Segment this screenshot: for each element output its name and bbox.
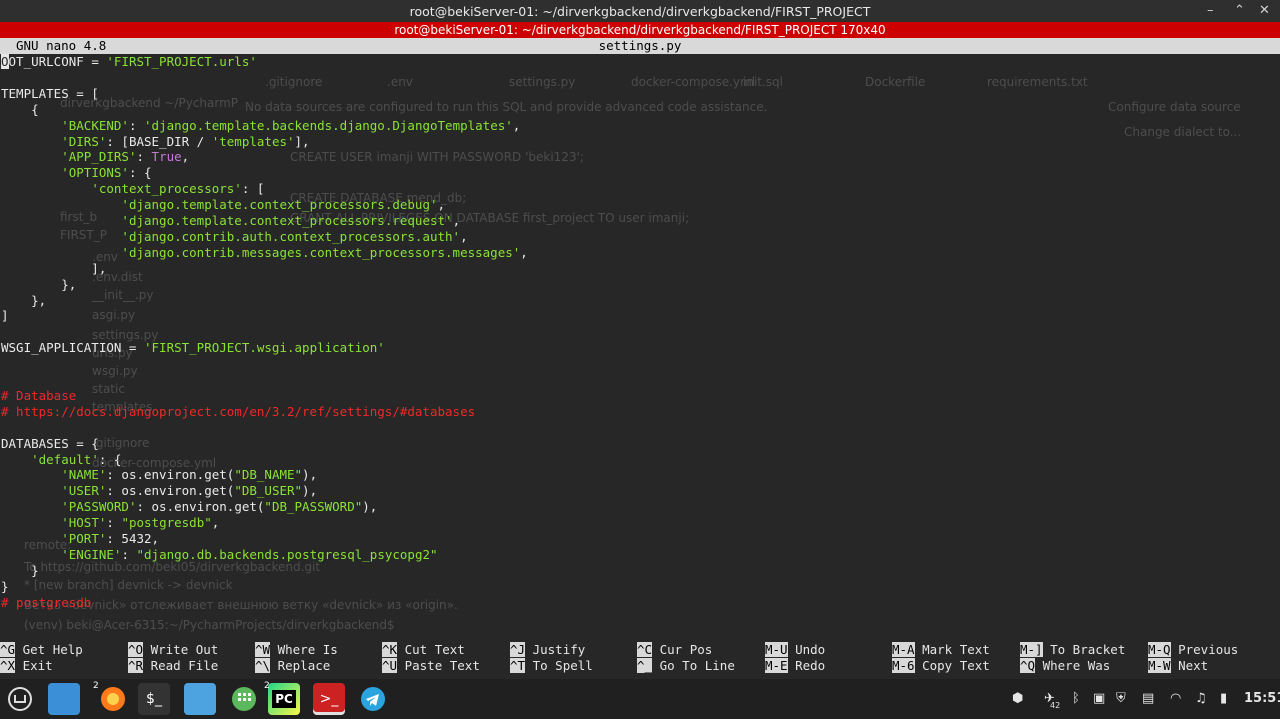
code-line: TEMPLATES = [ <box>1 85 99 101</box>
ghost-terminal-line: (venv) beki@Acer-6315:~/PycharmProjects/… <box>24 618 395 632</box>
tray-app-icon[interactable]: ⬢ <box>1012 691 1023 706</box>
shortcut-redo: M-E Redo <box>765 658 826 673</box>
folder-icon[interactable] <box>184 683 216 715</box>
code-line: 'django.contrib.auth.context_processors.… <box>121 228 468 244</box>
maximize-icon[interactable]: ⌃ <box>1234 3 1245 18</box>
shortcut-where-was: ^Q Where Was <box>1020 658 1111 673</box>
ghost-tab: .gitignore <box>265 75 323 89</box>
code-line: 'PORT': 5432, <box>61 531 160 546</box>
shield-icon[interactable]: ⛨ <box>1116 691 1126 706</box>
terminal-red-icon[interactable]: >_ <box>313 683 345 715</box>
battery-icon[interactable]: ▮ <box>1220 691 1227 706</box>
shortcut-paste-text: ^U Paste Text <box>382 658 480 673</box>
clipboard-icon[interactable]: ▣ <box>1093 691 1105 706</box>
terminal-title-bar: root@bekiServer-01: ~/dirverkgbackend/di… <box>0 22 1280 38</box>
code-line: { <box>1 101 39 117</box>
code-line: ] <box>1 308 9 324</box>
code-line: }, <box>1 276 77 292</box>
code-line: OOT_URLCONF = 'FIRST_PROJECT.urls' <box>1 54 257 69</box>
shortcut-replace: ^\ Replace <box>255 658 331 673</box>
ghost-notice-link: Configure data source <box>1108 100 1241 114</box>
tray-badge: 42 <box>1050 701 1061 710</box>
ghost-tab: settings.py <box>509 75 576 89</box>
code-line: 'OPTIONS': { <box>61 165 152 181</box>
code-line: 'context_processors': [ <box>91 181 265 197</box>
code-line: # Database <box>1 387 77 403</box>
shortcut-write-out: ^O Write Out <box>128 642 219 657</box>
shortcut-mark-text: M-A Mark Text <box>892 642 990 657</box>
shortcut-to-bracket: M-] To Bracket <box>1020 642 1126 657</box>
menu-icon[interactable] <box>4 683 36 715</box>
window-titlebar: root@bekiServer-01: ~/dirverkgbackend/di… <box>0 0 1280 22</box>
shortcut-copy-text: M-6 Copy Text <box>892 658 990 673</box>
code-line: 'NAME': os.environ.get("DB_NAME"), <box>61 467 318 483</box>
code-line: 'PASSWORD': os.environ.get("DB_PASSWORD"… <box>61 499 378 515</box>
code-line: ], <box>1 260 107 276</box>
window-title: root@bekiServer-01: ~/dirverkgbackend/di… <box>409 4 871 19</box>
code-line: }, <box>1 292 47 308</box>
shortcut-exit: ^X Exit <box>0 658 53 673</box>
ghost-terminal-line: * [new branch] devnick -> devnick <box>24 578 233 592</box>
code-line: DATABASES = { <box>1 435 99 451</box>
ghost-tree-item: wsgi.py <box>92 364 138 378</box>
apps-grid-icon[interactable] <box>228 683 260 715</box>
ghost-notice: No data sources are configured to run th… <box>245 100 768 114</box>
shortcut-read-file: ^R Read File <box>128 658 219 673</box>
code-line: 'django.template.context_processors.debu… <box>121 197 446 213</box>
shortcut-previous: M-Q Previous <box>1148 642 1239 657</box>
code-line: 'default': { <box>31 451 122 467</box>
ghost-tree-item: static <box>92 382 125 396</box>
ghost-tab: init.sql <box>743 75 783 89</box>
code-line: 'django.template.context_processors.requ… <box>121 213 461 228</box>
bluetooth-icon[interactable]: ᛒ <box>1072 691 1080 706</box>
code-line: WSGI_APPLICATION = 'FIRST_PROJECT.wsgi.a… <box>1 340 385 356</box>
nano-filename: settings.py <box>598 38 682 53</box>
code-line: 'ENGINE': "django.db.backends.postgresql… <box>61 546 438 562</box>
ghost-tab: requirements.txt <box>987 75 1088 89</box>
close-icon[interactable]: ✕ <box>1259 3 1270 18</box>
code-line: 'DIRS': [BASE_DIR / 'templates'], <box>61 133 310 149</box>
nano-header: GNU nano 4.8 settings.py <box>0 38 1280 54</box>
music-icon[interactable]: ♫ <box>1195 691 1207 706</box>
shortcut-cut-text: ^K Cut Text <box>382 642 465 657</box>
ghost-tree-item: .gitignore <box>92 436 150 450</box>
shortcut-go-to-line: ^_ Go To Line <box>637 658 735 673</box>
ghost-tab: Dockerfile <box>865 75 926 89</box>
shortcut-to-spell: ^T To Spell <box>510 658 593 673</box>
code-line: # postgresdb <box>1 594 92 610</box>
pycharm-icon[interactable]: PC 2 <box>264 681 300 715</box>
nano-shortcuts: ^G Get Help ^X Exit ^O Write Out ^R Read Fi… <box>0 642 1280 676</box>
ghost-tab: docker-compose.yml <box>631 75 756 89</box>
clock[interactable]: 15:51 <box>1244 691 1280 706</box>
text-cursor: O <box>1 54 9 69</box>
code-line: 'BACKEND': 'django.template.backends.dja… <box>61 117 521 133</box>
shortcut-justify: ^J Justify <box>510 642 586 657</box>
code-line: 'USER': os.environ.get("DB_USER"), <box>61 483 318 499</box>
ghost-tree-item: asgi.py <box>92 308 136 322</box>
code-line: 'APP_DIRS': True, <box>61 149 190 165</box>
code-line: } <box>1 562 39 578</box>
ghost-tab: .env <box>387 75 413 89</box>
keyboard-flag-icon[interactable]: ▤ <box>1142 691 1154 706</box>
files-icon[interactable] <box>48 683 80 715</box>
shortcut-cur-pos: ^C Cur Pos <box>637 642 713 657</box>
ghost-tree-item: __init__.py <box>92 288 154 302</box>
ghost-notice-link: Change dialect to... <box>1124 125 1242 139</box>
ghost-sql-line: CREATE USER imanji WITH PASSWORD 'beki12… <box>290 150 584 164</box>
code-line: 'HOST': "postgresdb", <box>61 515 220 531</box>
minimize-icon[interactable]: – <box>1207 3 1214 18</box>
firefox-icon[interactable]: 2 <box>93 681 129 715</box>
wifi-icon[interactable]: ◠ <box>1170 691 1181 706</box>
taskbar: 2$_PC2>_⬢✈ᛒ▣⛨▤◠♫▮4215:51 <box>0 679 1280 719</box>
code-line: } <box>1 578 9 594</box>
code-line: # https://docs.djangoproject.com/en/3.2/… <box>1 403 476 419</box>
terminal[interactable]: .gitignore .env settings.py docker-compose.… <box>0 38 1280 679</box>
code-line: 'django.contrib.messages.context_process… <box>121 244 528 260</box>
shortcut-undo: M-U Undo <box>765 642 826 657</box>
shortcut-where-is: ^W Where Is <box>255 642 338 657</box>
shortcut-get-help: ^G Get Help <box>0 642 83 657</box>
shortcut-next: M-W Next <box>1148 658 1209 673</box>
telegram-icon[interactable] <box>357 683 389 715</box>
terminal-icon[interactable]: $_ <box>138 683 170 715</box>
